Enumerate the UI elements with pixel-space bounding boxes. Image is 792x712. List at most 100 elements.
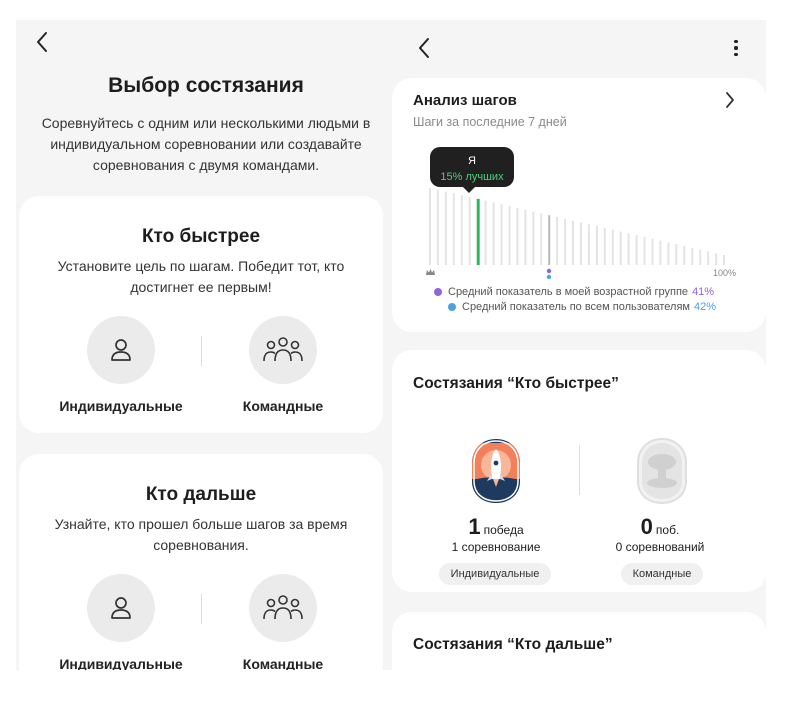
challenge-selection-screen: Выбор состязания Соревнуйтесь с одним ил… xyxy=(16,20,396,670)
percentile-bar xyxy=(484,200,487,265)
faster-stats-card[interactable]: Состязания “Кто быстрее” 1 победа 0 поб.… xyxy=(392,350,766,592)
person-icon xyxy=(111,339,131,361)
percentile-bar xyxy=(595,226,598,265)
percentile-bar xyxy=(691,247,694,265)
individual-count: 1 соревнование xyxy=(451,540,541,554)
legend-label: Средний показатель по всем пользователям xyxy=(462,301,690,313)
percentile-bar xyxy=(580,222,582,265)
crown-icon xyxy=(426,269,435,275)
percentile-bar xyxy=(556,217,559,265)
percentile-bar xyxy=(651,238,654,265)
wins-unit: победа xyxy=(483,523,524,537)
divider xyxy=(201,336,202,366)
rocket-badge-icon xyxy=(472,439,520,503)
divider xyxy=(201,594,202,624)
farther-stats-card[interactable]: Состязания “Кто дальше” xyxy=(392,612,766,670)
mode-label: Индивидуальные xyxy=(59,398,183,414)
percentile-bar xyxy=(524,209,527,265)
team-count: 0 соревнований xyxy=(615,540,705,554)
group-icon xyxy=(263,595,303,620)
percentile-bar xyxy=(635,235,638,265)
legend-value: 41% xyxy=(692,286,715,298)
page-description: Соревнуйтесь с одним или несколькими люд… xyxy=(41,115,371,173)
percentile-bar xyxy=(619,231,622,265)
card-title: Кто дальше xyxy=(145,484,257,505)
team-icon-circle xyxy=(249,316,317,384)
percentile-bar xyxy=(429,188,431,265)
divider xyxy=(579,445,580,495)
card-title: Кто быстрее xyxy=(141,226,261,247)
percentile-bar xyxy=(516,207,519,265)
percentile-bar xyxy=(627,233,630,265)
percentile-bar xyxy=(659,240,662,265)
back-button[interactable] xyxy=(28,28,56,56)
kebab-dot xyxy=(734,46,738,50)
section-title: Состязания “Кто быстрее” xyxy=(413,375,619,392)
individual-icon-circle xyxy=(87,574,155,642)
mushroom-badge-icon xyxy=(637,437,687,505)
faster-individual-button[interactable]: Индивидуальные xyxy=(46,316,196,414)
legend-age-group: Средний показатель в моей возрастной гру… xyxy=(434,286,714,298)
farther-team-button[interactable]: Командные xyxy=(208,574,358,670)
legend-label: Средний показатель в моей возрастной гру… xyxy=(448,286,689,298)
individual-icon-circle xyxy=(87,316,155,384)
percentile-bar xyxy=(508,206,511,265)
bars-group xyxy=(429,188,725,265)
percentile-bar xyxy=(572,220,574,265)
back-button[interactable] xyxy=(410,34,438,62)
challenges-overview-screen: Анализ шагов Шаги за последние 7 дней Я … xyxy=(390,20,766,670)
percentile-bar xyxy=(452,193,455,265)
percentile-bar xyxy=(715,253,718,265)
wins-number: 0 xyxy=(640,514,653,539)
percentile-bar xyxy=(492,202,495,265)
age-group-marker xyxy=(546,268,552,274)
all-users-marker xyxy=(546,274,552,280)
percentile-bar xyxy=(460,195,463,265)
percentile-bar xyxy=(707,251,710,265)
group-icon xyxy=(263,337,303,362)
steps-analysis-card[interactable]: Анализ шагов Шаги за последние 7 дней Я … xyxy=(392,78,766,332)
faster-challenge-card: Кто быстрее Установите цель по шагам. По… xyxy=(19,196,383,433)
percentile-bar xyxy=(436,189,439,265)
percentile-bar xyxy=(723,255,725,265)
tooltip-label: Я xyxy=(468,155,476,167)
card-description: Установите цель по шагам. Победит тот, к… xyxy=(57,258,345,295)
percentile-bar xyxy=(611,229,614,265)
more-options-button[interactable] xyxy=(726,36,746,60)
percentile-bar xyxy=(444,191,447,265)
individual-wins: 1 победа xyxy=(421,514,571,540)
percentile-bar xyxy=(468,197,471,265)
faster-team-button[interactable]: Командные xyxy=(208,316,358,414)
mode-label: Командные xyxy=(242,656,324,670)
percentile-bar xyxy=(564,218,567,265)
percentile-bar xyxy=(548,215,551,265)
scale-end-label: 100% xyxy=(713,268,736,278)
individual-chip[interactable]: Индивидуальные xyxy=(439,563,551,585)
section-title: Состязания “Кто дальше” xyxy=(413,636,613,653)
percentile-bar xyxy=(667,242,670,265)
card-description: Узнайте, кто прошел больше шагов за врем… xyxy=(54,516,348,553)
percentile-bar xyxy=(603,227,606,265)
team-icon-circle xyxy=(249,574,317,642)
tooltip-value: 15% лучших xyxy=(440,171,504,183)
farther-challenge-card: Кто дальше Узнайте, кто прошел больше ша… xyxy=(19,454,383,670)
team-chip[interactable]: Командные xyxy=(621,563,703,585)
wins-number: 1 xyxy=(468,514,481,539)
percentile-bar xyxy=(587,224,590,265)
percentile-bar xyxy=(683,245,686,265)
legend-dot xyxy=(434,288,442,296)
back-arrow-icon xyxy=(37,32,47,52)
kebab-dot xyxy=(734,52,738,57)
legend-value: 42% xyxy=(694,301,717,313)
wins-unit: поб. xyxy=(655,523,680,537)
percentile-bar xyxy=(675,244,678,265)
kebab-dot xyxy=(734,39,738,44)
my-bar xyxy=(476,198,480,265)
mode-label: Командные xyxy=(242,398,324,414)
page-title: Выбор состязания xyxy=(108,74,304,97)
percentile-bar xyxy=(500,204,503,265)
legend-all-users: Средний показатель по всем пользователям… xyxy=(448,301,716,313)
percentile-bar xyxy=(540,213,543,265)
percentile-bar xyxy=(532,211,535,265)
farther-individual-button[interactable]: Индивидуальные xyxy=(46,574,196,670)
